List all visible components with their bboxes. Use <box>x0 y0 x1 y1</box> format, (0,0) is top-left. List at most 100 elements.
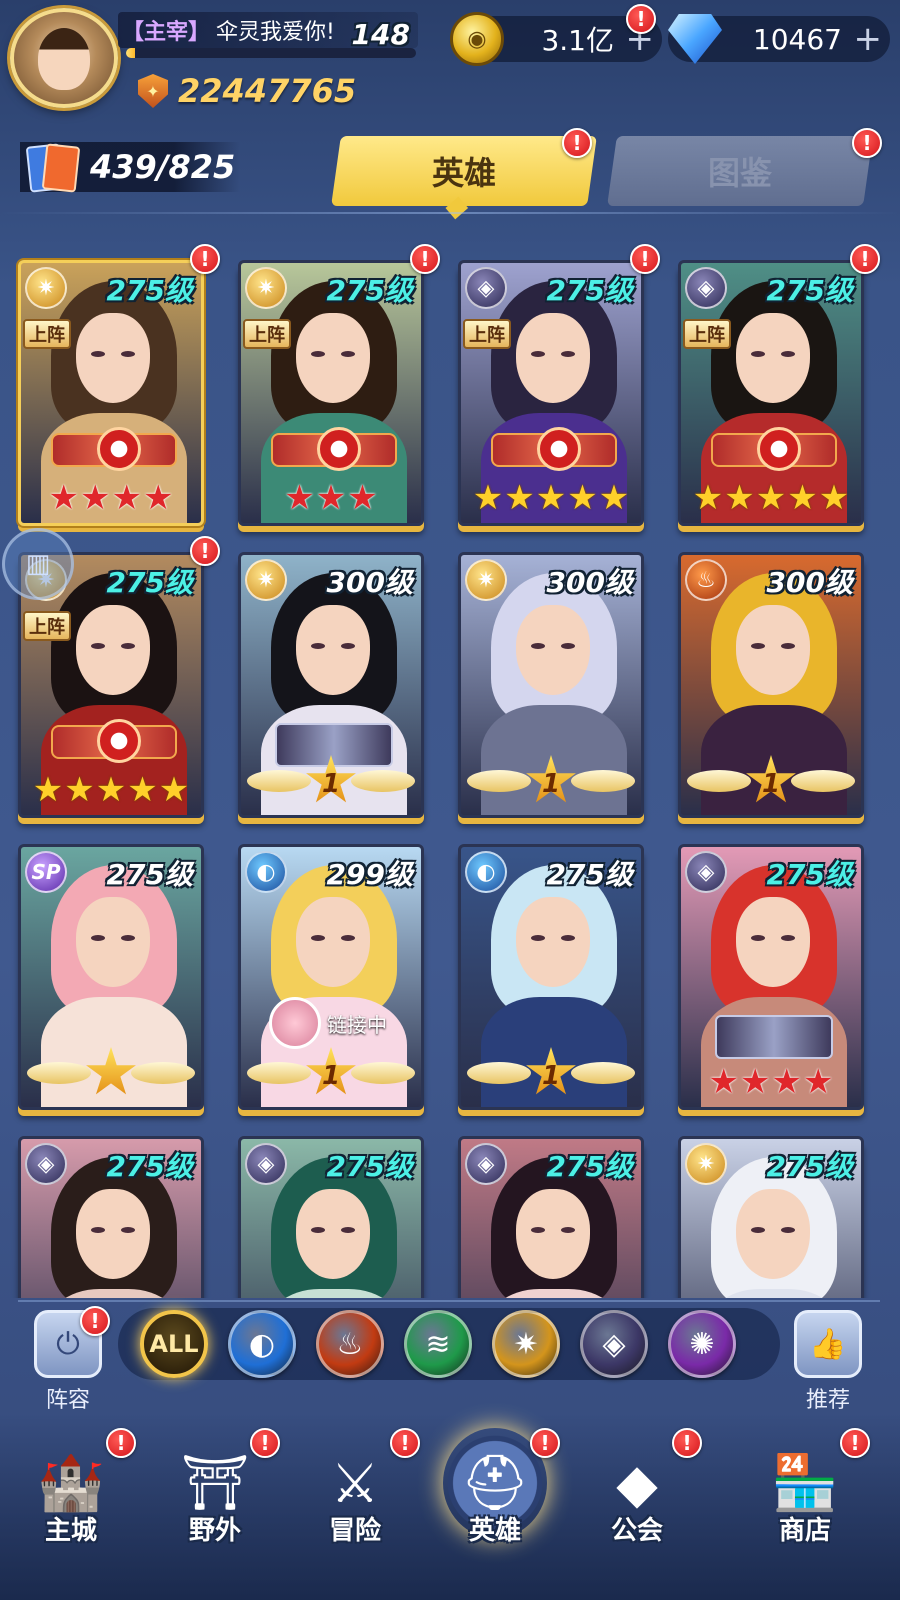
hero-stars: ★ ★ ★ ★ <box>681 1065 861 1099</box>
hero-card[interactable]: ✷ 275级 上阵 ★ ★ ★ <box>238 260 424 526</box>
hero-card[interactable]: ◈ 275级 <box>458 1136 644 1298</box>
wind-element-icon: ≋ <box>425 1326 451 1362</box>
light-element-icon: ✷ <box>465 559 507 601</box>
hero-level: 275级 <box>546 274 633 307</box>
add-gems-button[interactable]: + <box>854 22 883 56</box>
hero-card[interactable]: SP 275级 <box>18 844 204 1110</box>
hero-level: 275级 <box>546 1150 633 1183</box>
star-icon: ★ <box>771 1062 802 1102</box>
star-icon: ★ <box>111 478 142 518</box>
notification-badge: ! <box>850 244 880 274</box>
diamond-icon <box>668 14 722 64</box>
star-icon: ★ <box>48 478 80 518</box>
hero-card[interactable]: ✷ 275级 <box>678 1136 864 1298</box>
awakening-star-icon: 1 <box>746 755 796 803</box>
recommend-button[interactable]: 👍 推荐 <box>788 1310 868 1414</box>
hero-level: 275级 <box>106 858 193 891</box>
filter-dark[interactable]: ◈ <box>580 1310 648 1378</box>
filter-water[interactable]: ◐ <box>228 1310 296 1378</box>
notification-badge: ! <box>626 4 656 34</box>
tab-divider <box>0 212 900 214</box>
awakening-star-icon <box>86 1047 136 1095</box>
star-icon: ★ <box>535 478 567 518</box>
dark-element-icon: ◈ <box>465 267 507 309</box>
hero-card[interactable]: ✷ 275级 上阵 ★ ★ ★ ★ <box>18 260 204 526</box>
tab-atlas[interactable]: 图鉴 <box>607 136 873 206</box>
filter-chaos[interactable]: ✺ <box>668 1310 736 1378</box>
dragon-seal-emblem <box>51 719 177 763</box>
coin-value: 3.1亿 <box>541 24 614 57</box>
wing-icon <box>351 770 415 792</box>
dark-element-icon: ◈ <box>25 1143 67 1185</box>
thumbs-up-icon: 👍 <box>794 1310 862 1378</box>
star-icon: ★ <box>598 478 630 518</box>
hero-level: 275级 <box>766 1150 853 1183</box>
wing-icon <box>571 1062 635 1084</box>
light-element-icon: ✷ <box>25 267 67 309</box>
hero-card[interactable]: ♨ 300级 1 <box>678 552 864 818</box>
hero-level: 300级 <box>766 566 853 599</box>
hero-card[interactable]: ✷ 300级 1 <box>238 552 424 818</box>
light-element-icon: ✷ <box>245 559 287 601</box>
hero-card[interactable]: ◈ 275级 ★ ★ ★ ★ <box>678 844 864 1110</box>
recommend-label: 推荐 <box>805 1388 850 1413</box>
star-icon: ★ <box>64 770 95 810</box>
notification-badge: ! <box>190 244 220 274</box>
hero-card[interactable]: ◈ 275级 <box>18 1136 204 1298</box>
notification-badge: ! <box>840 1428 870 1458</box>
filter-light[interactable]: ✷ <box>492 1310 560 1378</box>
star-icon: ★ <box>724 478 755 518</box>
dark-element-icon: ◈ <box>685 267 727 309</box>
dragon-seal-emblem <box>51 427 177 471</box>
hero-level: 275级 <box>106 274 193 307</box>
fire-element-icon: ♨ <box>336 1326 364 1362</box>
awakening-star-icon: 1 <box>306 1047 356 1095</box>
filter-fire[interactable]: ♨ <box>316 1310 384 1378</box>
wing-icon <box>467 770 531 792</box>
tab-heroes-label: 英雄 <box>431 154 496 192</box>
star-icon: ★ <box>787 478 818 518</box>
hero-card[interactable]: ✷ 300级 1 <box>458 552 644 818</box>
tab-heroes[interactable]: 英雄 <box>331 136 597 206</box>
awakening-badge: 1 <box>241 751 421 811</box>
hero-level: 275级 <box>106 1150 193 1183</box>
hero-card[interactable]: ◐ 299级 链接中 1 <box>238 844 424 1110</box>
player-avatar[interactable] <box>10 8 118 108</box>
awakening-star-icon: 1 <box>526 755 576 803</box>
gem-counter[interactable]: 10467 + <box>668 14 890 64</box>
hero-stars: ★ ★ ★ ★ <box>21 481 201 515</box>
filter-wind[interactable]: ≋ <box>404 1310 472 1378</box>
player-info: 148 【主宰】 伞灵我爱你! <box>118 12 418 51</box>
deployed-tag: 上阵 <box>243 319 291 349</box>
dark-element-icon: ◈ <box>245 1143 287 1185</box>
floating-menu-button[interactable]: ▥ <box>2 528 74 600</box>
hero-level: 275级 <box>546 858 633 891</box>
hero-card[interactable]: ◈ 275级 <box>238 1136 424 1298</box>
star-icon: ★ <box>567 478 598 518</box>
dark-element-icon: ◈ <box>602 1326 626 1362</box>
star-icon: ★ <box>802 1062 834 1102</box>
star-icon: ★ <box>472 478 504 518</box>
water-element-icon: ◐ <box>248 1326 276 1362</box>
star-icon: ★ <box>80 478 111 518</box>
star-icon: ★ <box>755 478 787 518</box>
hero-level: 300级 <box>546 566 633 599</box>
tab-atlas-label: 图鉴 <box>707 154 772 192</box>
chaos-element-icon: ✺ <box>689 1326 715 1362</box>
link-status: 链接中 <box>269 997 387 1049</box>
wing-icon <box>27 1062 91 1084</box>
nav-label: 商店 <box>778 1516 831 1546</box>
star-icon: ★ <box>692 478 724 518</box>
nav-label: 公会 <box>610 1516 663 1546</box>
hero-card[interactable]: ◈ 275级 上阵 ★ ★ ★ ★ ★ <box>678 260 864 526</box>
hero-card[interactable]: ◈ 275级 上阵 ★ ★ ★ ★ ★ <box>458 260 644 526</box>
hero-card[interactable]: ◐ 275级 1 <box>458 844 644 1110</box>
filter-all[interactable]: ALL <box>140 1310 208 1378</box>
hero-stars: ★ ★ ★ ★ ★ <box>681 481 861 515</box>
cards-icon <box>24 143 76 191</box>
power-shield-icon: ✦ <box>138 74 168 108</box>
dragon-seal-emblem <box>711 427 837 471</box>
star-icon: ★ <box>95 770 127 810</box>
star-icon: ★ <box>504 478 535 518</box>
wing-icon <box>571 770 635 792</box>
